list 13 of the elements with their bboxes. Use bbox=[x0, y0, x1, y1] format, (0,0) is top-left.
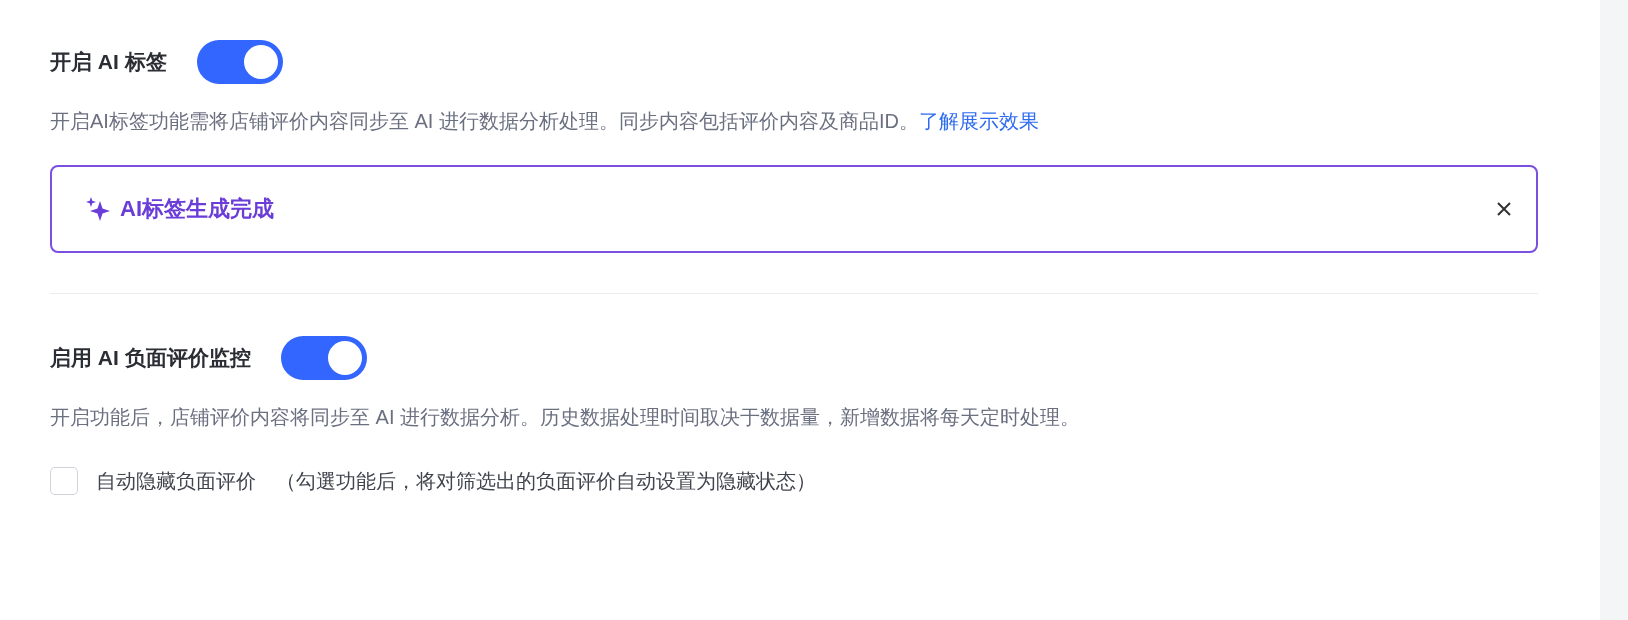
learn-more-link[interactable]: 了解展示效果 bbox=[918, 110, 1039, 132]
section-title: 开启 AI 标签 bbox=[50, 49, 167, 75]
sparkle-icon bbox=[84, 195, 112, 223]
alert-text: AI标签生成完成 bbox=[120, 195, 275, 223]
checkbox-label: 自动隐藏负面评价 bbox=[96, 468, 256, 494]
toggle-switch[interactable] bbox=[196, 40, 283, 84]
checkbox-note: （勾選功能后，将对筛选出的负面评价自动设置为隐藏状态） bbox=[276, 468, 816, 494]
section-description: 开启功能后，店铺评价内容将同步至 AI 进行数据分析。历史数据处理时间取决于数据量，新增数据将每天定时处理。 bbox=[50, 405, 1081, 430]
section-description: 开启AI标签功能需将店铺评价内容同步至 AI 进行数据分析处理。同步内容包括评价内容及商品ID。了解展示效果 bbox=[50, 109, 1040, 134]
toggle-switch[interactable] bbox=[280, 336, 367, 380]
section-title: 启用 AI 负面评价监控 bbox=[50, 345, 251, 371]
close-icon[interactable] bbox=[1496, 201, 1512, 217]
checkbox[interactable] bbox=[50, 467, 78, 495]
